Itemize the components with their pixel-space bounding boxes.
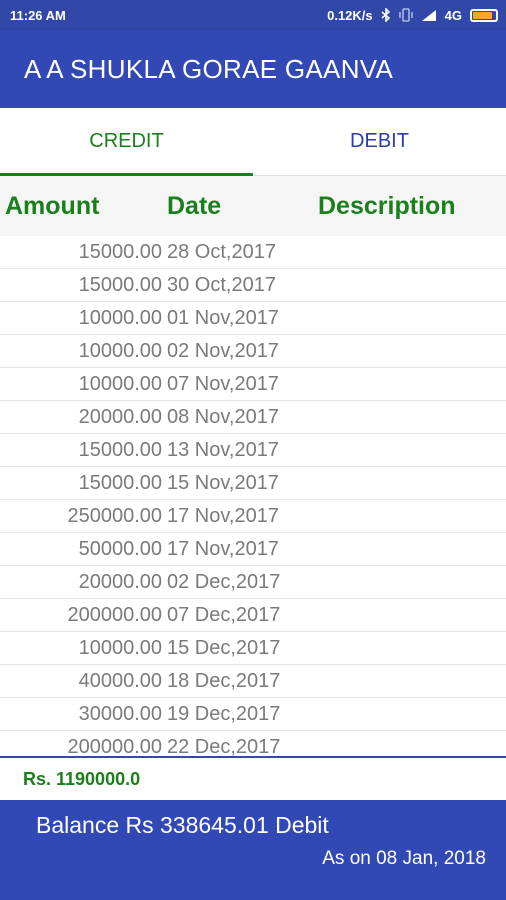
cell-amount: 40000.00 (78, 670, 162, 692)
cell-amount: 10000.00 (78, 373, 162, 395)
table-row[interactable]: 200000.00 07 Dec,2017 (0, 599, 506, 632)
table-row[interactable]: 200000.00 22 Dec,2017 (0, 731, 506, 756)
cell-date: 02 Nov,2017 (167, 340, 279, 362)
balance-footer: Balance Rs 338645.01 Debit As on 08 Jan,… (0, 800, 506, 900)
cell-date: 18 Dec,2017 (167, 670, 281, 692)
column-header-amount: Amount (5, 192, 100, 220)
bluetooth-icon (381, 8, 391, 22)
table-row[interactable]: 10000.00 07 Nov,2017 (0, 368, 506, 401)
cell-amount: 15000.00 (78, 274, 162, 296)
table-row[interactable]: 20000.00 02 Dec,2017 (0, 566, 506, 599)
cell-date: 02 Dec,2017 (167, 571, 281, 593)
cell-amount: 250000.00 (67, 505, 162, 527)
battery-icon (470, 8, 498, 22)
cell-amount: 30000.00 (78, 703, 162, 725)
cell-date: 07 Nov,2017 (167, 373, 279, 395)
cell-date: 01 Nov,2017 (167, 307, 279, 329)
balance-date: As on 08 Jan, 2018 (322, 848, 486, 869)
page-title: A A SHUKLA GORAE GAANVA (24, 53, 394, 84)
total-amount: Rs. 1190000.0 (23, 768, 141, 789)
table-row[interactable]: 40000.00 18 Dec,2017 (0, 665, 506, 698)
cell-amount: 50000.00 (78, 538, 162, 560)
tab-debit[interactable]: DEBIT (253, 108, 506, 175)
table-row[interactable]: 10000.00 15 Dec,2017 (0, 632, 506, 665)
table-row[interactable]: 30000.00 19 Dec,2017 (0, 698, 506, 731)
signal-icon (421, 9, 437, 22)
table-row[interactable]: 20000.00 08 Nov,2017 (0, 401, 506, 434)
balance-text: Balance Rs 338645.01 Debit (36, 812, 329, 838)
cell-date: 28 Oct,2017 (167, 241, 276, 263)
cell-date: 19 Dec,2017 (167, 703, 281, 725)
cell-amount: 15000.00 (78, 439, 162, 461)
cell-date: 22 Dec,2017 (167, 736, 281, 756)
total-bar: Rs. 1190000.0 (0, 756, 506, 800)
network-speed: 0.12K/s (327, 7, 373, 23)
cell-date: 15 Nov,2017 (167, 472, 279, 494)
vibrate-icon (399, 8, 413, 22)
network-type: 4G (444, 7, 462, 23)
cell-amount: 15000.00 (78, 241, 162, 263)
cell-date: 30 Oct,2017 (167, 274, 276, 296)
cell-amount: 10000.00 (78, 307, 162, 329)
table-row[interactable]: 50000.00 17 Nov,2017 (0, 533, 506, 566)
cell-date: 13 Nov,2017 (167, 439, 279, 461)
cell-date: 17 Nov,2017 (167, 538, 279, 560)
table-header: Amount Date Description (0, 176, 506, 236)
column-header-description: Description (318, 192, 456, 220)
table-row[interactable]: 15000.00 28 Oct,2017 (0, 236, 506, 269)
cell-date: 08 Nov,2017 (167, 406, 279, 428)
table-row[interactable]: 15000.00 15 Nov,2017 (0, 467, 506, 500)
table-row[interactable]: 15000.00 13 Nov,2017 (0, 434, 506, 467)
tab-credit[interactable]: CREDIT (0, 108, 253, 175)
column-header-date: Date (167, 192, 222, 220)
cell-date: 15 Dec,2017 (167, 637, 281, 659)
app-bar: A A SHUKLA GORAE GAANVA (0, 30, 506, 108)
cell-amount: 20000.00 (78, 406, 162, 428)
status-time: 11:26 AM (10, 7, 66, 23)
cell-date: 17 Nov,2017 (167, 505, 279, 527)
cell-amount: 20000.00 (78, 571, 162, 593)
transaction-list[interactable]: 15000.00 28 Oct,2017 15000.00 30 Oct,2017 10… (0, 236, 506, 756)
cell-amount: 15000.00 (78, 472, 162, 494)
cell-amount: 200000.00 (67, 736, 162, 756)
status-indicators: 0.12K/s 4G (327, 8, 498, 23)
tab-bar: CREDIT DEBIT (0, 108, 506, 176)
cell-amount: 200000.00 (67, 604, 162, 626)
table-row[interactable]: 250000.00 17 Nov,2017 (0, 500, 506, 533)
status-bar: 11:26 AM 0.12K/s 4G (0, 0, 506, 30)
tab-debit-label: DEBIT (350, 130, 409, 152)
cell-amount: 10000.00 (78, 637, 162, 659)
cell-date: 07 Dec,2017 (167, 604, 281, 626)
cell-amount: 10000.00 (78, 340, 162, 362)
table-row[interactable]: 10000.00 01 Nov,2017 (0, 302, 506, 335)
table-row[interactable]: 10000.00 02 Nov,2017 (0, 335, 506, 368)
table-row[interactable]: 15000.00 30 Oct,2017 (0, 269, 506, 302)
tab-credit-label: CREDIT (89, 130, 164, 152)
